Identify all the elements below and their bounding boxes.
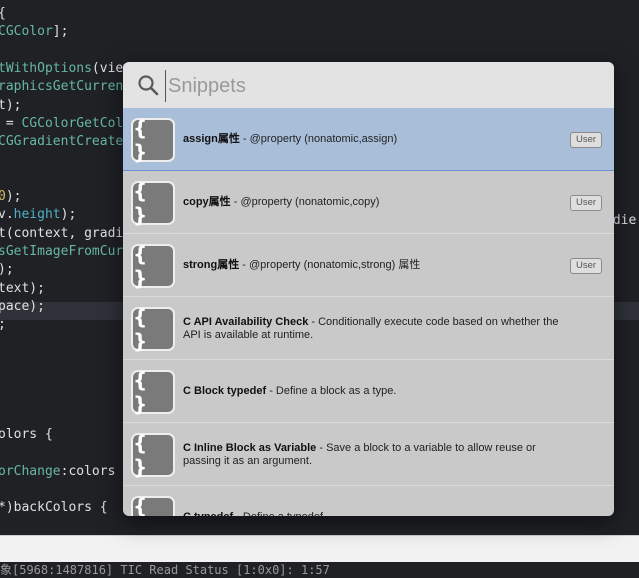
code-token: ; xyxy=(0,317,6,332)
code-line: *)backColors { xyxy=(0,499,108,517)
code-token: CGColorGetCol xyxy=(21,115,124,131)
snippet-text: assign属性 - @property (nonatomic,assign) xyxy=(183,133,564,146)
code-line: t(context, gradi xyxy=(0,225,123,243)
snippet-item[interactable]: { } copy属性 - @property (nonatomic,copy) Us… xyxy=(123,171,614,234)
code-token: :colors xyxy=(60,463,116,479)
code-token: = xyxy=(0,115,22,131)
snippet-separator: - xyxy=(239,133,250,145)
code-token: pace); xyxy=(0,298,45,314)
code-line: text); xyxy=(0,280,45,298)
code-token: *)backColors { xyxy=(0,500,108,516)
snippet-title: C Block typedef xyxy=(183,385,267,397)
code-token: { xyxy=(0,6,6,21)
user-badge: User xyxy=(570,132,602,148)
snippet-text: C typedef - Define a typedef. xyxy=(183,511,564,516)
snippet-search-input[interactable] xyxy=(165,70,600,102)
code-token: sGetImageFromCur xyxy=(0,243,124,259)
user-badge: User xyxy=(570,195,602,211)
snippet-separator: - xyxy=(316,442,327,454)
code-line: raphicsGetCurren xyxy=(0,78,123,96)
snippet-description: @property (nonatomic,strong) 属性 xyxy=(249,259,421,271)
snippet-text: copy属性 - @property (nonatomic,copy) xyxy=(183,196,564,209)
code-token: CGColor xyxy=(0,24,53,40)
snippet-braces-icon: { } xyxy=(131,494,175,516)
snippet-text: strong属性 - @property (nonatomic,strong) … xyxy=(183,259,564,272)
snippet-braces-icon: { } xyxy=(131,368,175,416)
code-line: ; xyxy=(0,316,6,334)
code-token: text); xyxy=(0,280,45,296)
snippet-separator: - xyxy=(239,259,250,271)
code-line: pace); xyxy=(0,298,45,316)
snippet-title: assign属性 xyxy=(183,133,240,145)
code-token: height xyxy=(13,207,61,223)
snippet-description: @property (nonatomic,assign) xyxy=(249,133,398,145)
snippet-description: @property (nonatomic,copy) xyxy=(240,196,380,208)
code-line: v.height); xyxy=(0,206,76,224)
snippet-title: C typedef xyxy=(183,511,233,516)
code-token: CGGradientCreateW xyxy=(0,134,132,150)
snippet-braces-icon: { } xyxy=(131,116,175,164)
code-line: CGColor]; xyxy=(0,23,68,41)
snippet-library-popup: { } assign属性 - @property (nonatomic,assig… xyxy=(123,62,614,516)
code-token: ); xyxy=(0,262,14,278)
snippet-separator: - xyxy=(233,511,243,516)
snippet-braces-icon: { } xyxy=(131,305,175,353)
snippet-title: copy属性 xyxy=(183,196,231,208)
snippet-description: Define a block as a type. xyxy=(275,385,397,397)
snippet-text: C API Availability Check - Conditionally… xyxy=(183,316,564,342)
code-token: tWithOptions xyxy=(0,60,92,76)
search-icon xyxy=(138,75,159,96)
code-line: ); xyxy=(0,261,14,279)
snippet-title: C API Availability Check xyxy=(183,316,309,328)
code-line: t); xyxy=(0,97,21,115)
snippet-item[interactable]: { } C Block typedef - Define a block as a… xyxy=(123,360,614,423)
code-line: olors { xyxy=(0,426,53,444)
snippet-text: C Block typedef - Define a block as a ty… xyxy=(183,385,564,398)
snippet-separator: - xyxy=(230,196,241,208)
code-token: t); xyxy=(0,97,22,113)
snippet-braces-icon: { } xyxy=(131,242,175,290)
snippet-item[interactable]: { } C Inline Block as Variable - Save a b… xyxy=(123,423,614,486)
code-token: v. xyxy=(0,207,14,223)
code-token: t(context, gradi xyxy=(0,225,124,241)
code-line: { xyxy=(0,5,6,23)
snippet-title: C Inline Block as Variable xyxy=(183,442,317,454)
snippet-item[interactable]: { } assign属性 - @property (nonatomic,assig… xyxy=(123,108,614,171)
snippet-item[interactable]: { } strong属性 - @property (nonatomic,stron… xyxy=(123,234,614,297)
code-line: CGGradientCreateW xyxy=(0,133,131,151)
snippet-item[interactable]: { } C API Availability Check - Conditiona… xyxy=(123,297,614,360)
snippet-separator: - xyxy=(308,316,319,328)
snippet-description: Define a typedef. xyxy=(243,511,326,516)
code-token: orChange xyxy=(0,463,61,479)
snippet-list: { } assign属性 - @property (nonatomic,assig… xyxy=(123,108,614,516)
snippet-braces-icon: { } xyxy=(131,179,175,227)
code-line: 0); xyxy=(0,188,21,206)
code-token: ); xyxy=(60,207,77,223)
code-token: olors { xyxy=(0,426,53,442)
code-line: = CGColorGetCol xyxy=(0,115,123,133)
snippet-text: C Inline Block as Variable - Save a bloc… xyxy=(183,442,564,468)
code-line: sGetImageFromCur xyxy=(0,243,123,261)
snippet-title: strong属性 xyxy=(183,259,240,271)
code-token: raphicsGetCurren xyxy=(0,79,124,95)
snippet-separator: - xyxy=(266,385,276,397)
search-bar xyxy=(123,62,614,109)
snippet-braces-icon: { } xyxy=(131,431,175,479)
debug-bar xyxy=(0,535,639,563)
console-output: 象[5968:1487816] TIC Read Status [1:0x0]:… xyxy=(0,562,639,578)
user-badge: User xyxy=(570,258,602,274)
code-token: ]; xyxy=(52,24,69,40)
snippet-item[interactable]: { } C typedef - Define a typedef. xyxy=(123,486,614,516)
code-line: orChange:colors xyxy=(0,463,115,481)
code-token: ); xyxy=(5,189,22,204)
